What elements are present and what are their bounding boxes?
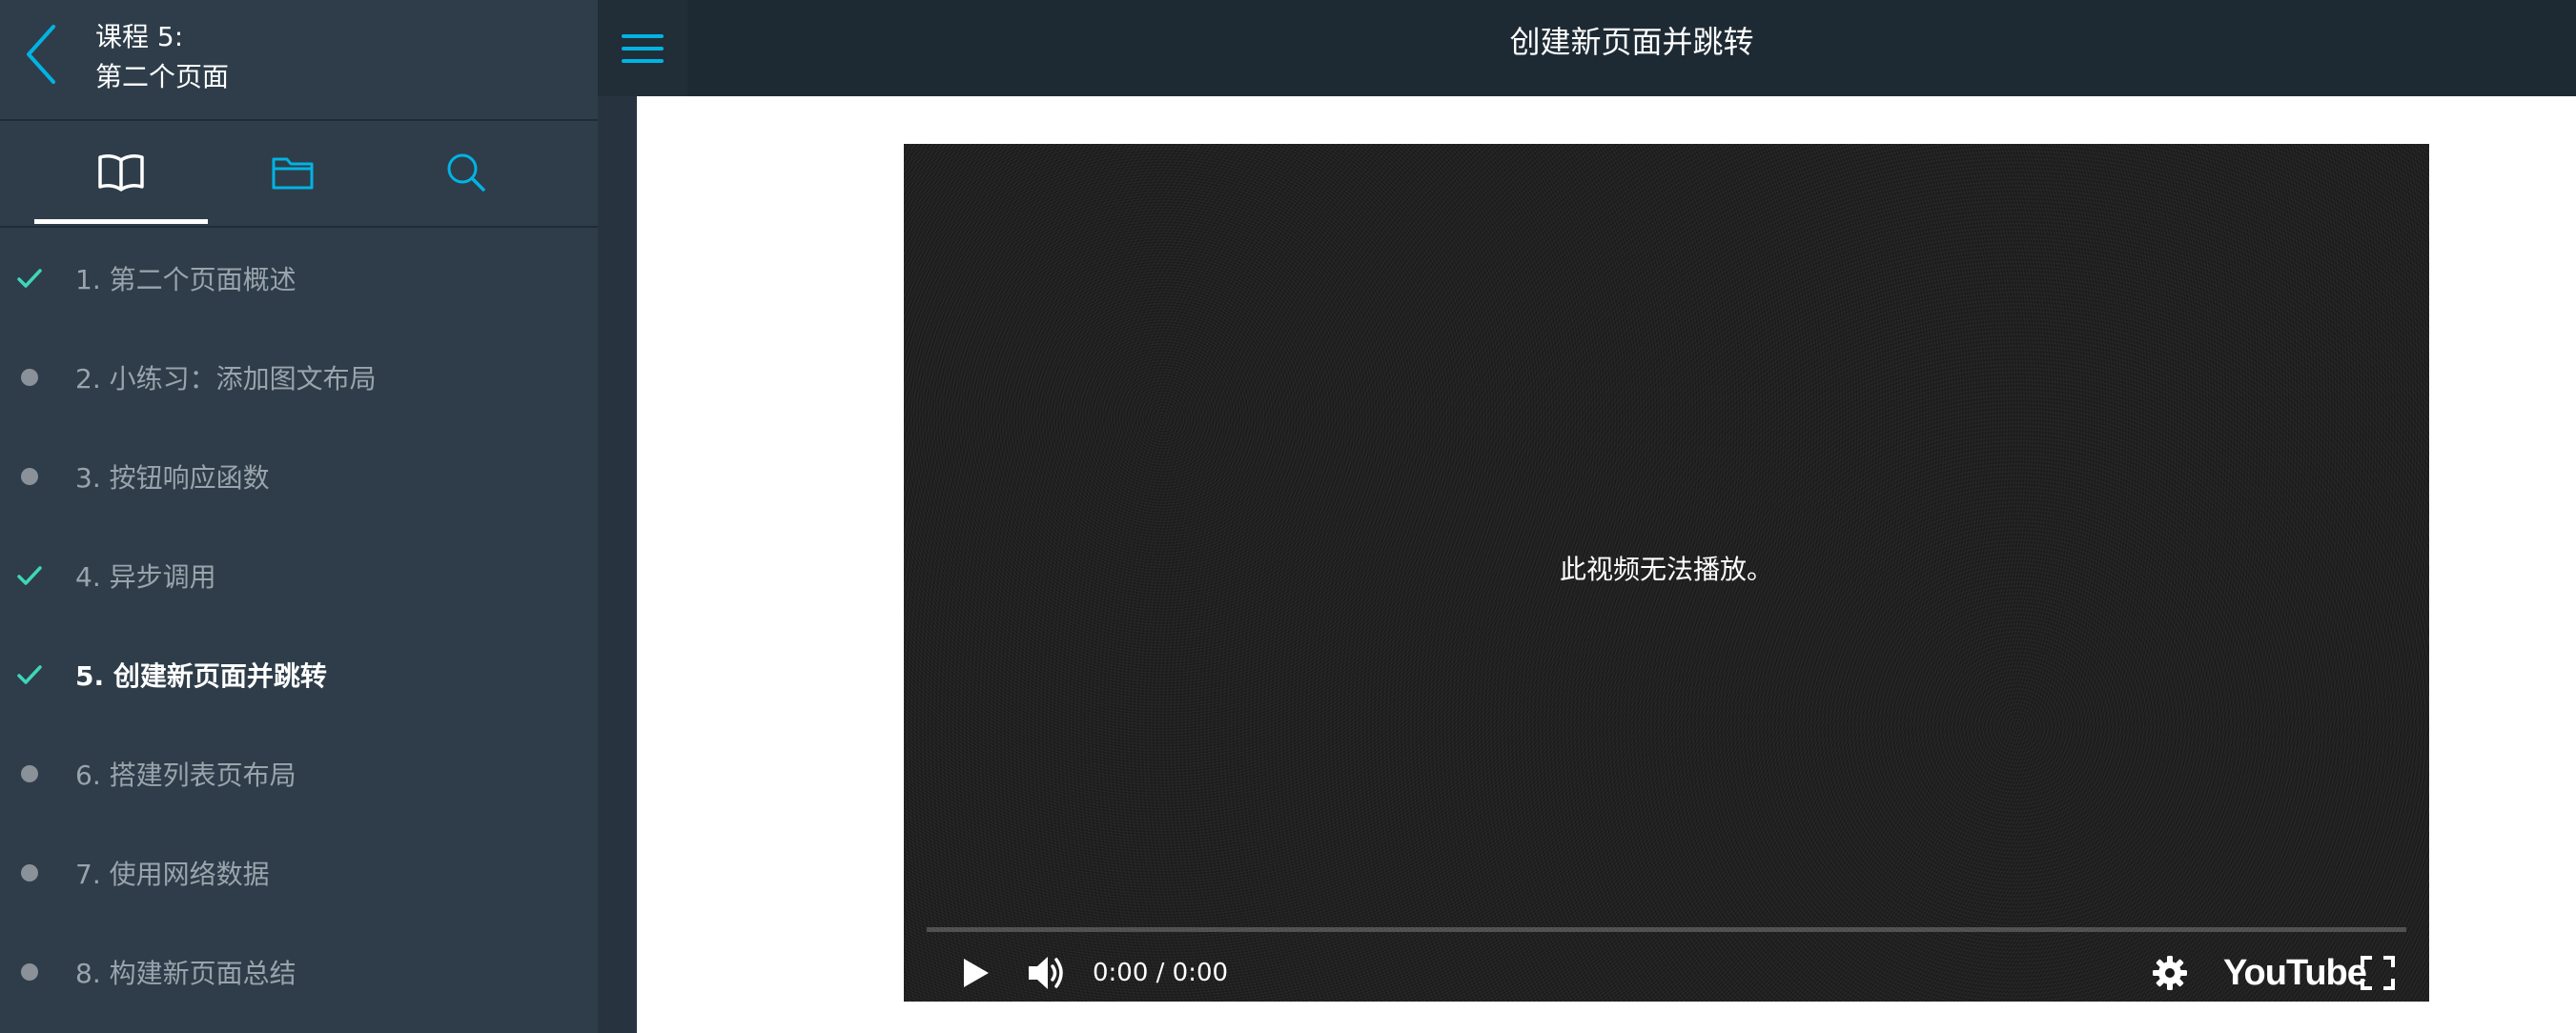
top-bar: 创建新页面并跳转 xyxy=(598,0,2576,96)
main-content: 此视频无法播放。 0:00 / 0:00 YouTube xyxy=(637,96,2576,1033)
search-icon xyxy=(447,153,485,192)
fullscreen-button[interactable] xyxy=(2351,944,2404,1002)
tab-search[interactable] xyxy=(379,121,553,224)
course-title: 课程 5: 第二个页面 xyxy=(95,17,229,97)
lesson-label: 5. 创建新页面并跳转 xyxy=(75,660,327,692)
lesson-label: 4. 异步调用 xyxy=(75,561,216,593)
app-root: 课程 5: 第二个页面 1. 第二个页面概述 2. 小练习：添加图文布局 3. … xyxy=(0,0,2576,1033)
lesson-list: 1. 第二个页面概述 2. 小练习：添加图文布局 3. 按钮响应函数 4. 异步… xyxy=(0,229,598,1022)
dot-icon xyxy=(15,859,44,887)
lesson-label: 8. 构建新页面总结 xyxy=(75,958,296,989)
book-icon xyxy=(98,154,144,192)
gear-icon xyxy=(2153,956,2187,990)
video-progress-bar[interactable] xyxy=(927,927,2406,932)
youtube-logo[interactable]: YouTube xyxy=(2223,944,2367,1002)
lesson-item[interactable]: 1. 第二个页面概述 xyxy=(0,229,598,328)
sidebar-tabs xyxy=(0,121,598,228)
video-error-message: 此视频无法播放。 xyxy=(1559,554,1773,585)
lesson-label: 1. 第二个页面概述 xyxy=(75,264,296,295)
dot-icon xyxy=(15,363,44,392)
settings-button[interactable] xyxy=(2143,944,2197,1002)
dot-icon xyxy=(15,958,44,986)
sidebar-header: 课程 5: 第二个页面 xyxy=(0,0,598,121)
hamburger-menu-icon xyxy=(622,33,664,63)
lesson-label: 7. 使用网络数据 xyxy=(75,859,270,890)
lesson-item[interactable]: 3. 按钮响应函数 xyxy=(0,427,598,526)
sidebar: 课程 5: 第二个页面 1. 第二个页面概述 2. 小练习：添加图文布局 3. … xyxy=(0,0,598,1033)
page-title: 创建新页面并跳转 xyxy=(1509,24,1754,60)
dot-icon xyxy=(15,462,44,491)
check-icon xyxy=(15,660,44,689)
fullscreen-icon xyxy=(2361,956,2395,990)
lesson-label: 3. 按钮响应函数 xyxy=(75,462,270,494)
menu-button[interactable] xyxy=(598,0,687,96)
folder-icon xyxy=(272,157,314,190)
video-player[interactable]: 此视频无法播放。 0:00 / 0:00 YouTube xyxy=(904,144,2429,1002)
volume-icon xyxy=(1029,957,1063,989)
play-button[interactable] xyxy=(948,944,1005,1002)
lesson-item[interactable]: 6. 搭建列表页布局 xyxy=(0,724,598,823)
tab-resources[interactable] xyxy=(206,121,379,224)
video-time: 0:00 / 0:00 xyxy=(1093,959,1229,987)
lesson-item[interactable]: 4. 异步调用 xyxy=(0,526,598,625)
back-button[interactable] xyxy=(17,21,65,88)
chevron-left-icon xyxy=(27,25,55,84)
lesson-item-current[interactable]: 5. 创建新页面并跳转 xyxy=(0,625,598,724)
play-icon xyxy=(964,959,989,987)
lesson-label: 2. 小练习：添加图文布局 xyxy=(75,363,377,395)
lesson-item[interactable]: 7. 使用网络数据 xyxy=(0,823,598,922)
volume-button[interactable] xyxy=(1018,944,1077,1002)
check-icon xyxy=(15,264,44,293)
lesson-label: 6. 搭建列表页布局 xyxy=(75,760,296,791)
check-icon xyxy=(15,561,44,590)
course-name: 第二个页面 xyxy=(95,61,230,92)
dot-icon xyxy=(15,760,44,788)
course-number: 课程 5: xyxy=(95,21,184,52)
lesson-item[interactable]: 8. 构建新页面总结 xyxy=(0,922,598,1022)
sidebar-divider xyxy=(598,0,637,1033)
tab-lessons[interactable] xyxy=(34,121,208,224)
lesson-item[interactable]: 2. 小练习：添加图文布局 xyxy=(0,328,598,427)
